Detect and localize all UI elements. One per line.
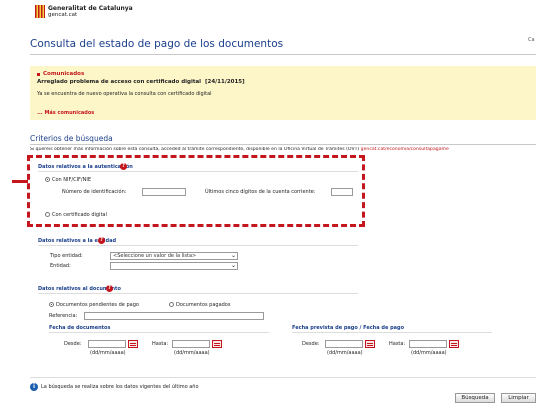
more-news-link[interactable]: ... Más comunicados (37, 110, 94, 116)
calendar-icon[interactable] (128, 340, 138, 348)
account-digits-input[interactable] (331, 188, 353, 196)
news-bullet (37, 73, 40, 76)
doc-dates-divider (49, 332, 269, 333)
doc-option-paid-radio[interactable] (169, 302, 174, 307)
criteria-intro-text: Si queréis obtener más información sobre… (30, 147, 360, 152)
auth-divider (38, 171, 358, 172)
auth-option-cert-label[interactable]: Con certificado digital (52, 212, 107, 218)
document-divider (38, 293, 358, 294)
id-number-label: Número de identificación: (62, 189, 127, 195)
criteria-divider (30, 144, 536, 145)
corner-text[interactable]: Ca (528, 37, 535, 43)
doc-from-input[interactable] (88, 340, 126, 348)
news-item-title-text: Arreglado problema de acceso con certifi… (37, 79, 202, 85)
pay-dates-divider (292, 332, 492, 333)
news-box: Comunicados Arreglado problema de acceso… (30, 66, 536, 120)
pay-from-format: (dd/mm/aaaa) (327, 350, 363, 356)
auth-title: Datos relativos a la autenticación (38, 164, 133, 170)
search-button[interactable]: Búsqueda (455, 393, 495, 403)
title-divider (30, 54, 536, 55)
news-item-title[interactable]: Arreglado problema de acceso con certifi… (37, 79, 245, 86)
doc-option-pending-label[interactable]: Documentos pendientes de pago (56, 302, 139, 308)
doc-from-label: Desde: (64, 341, 82, 347)
doc-option-pending-radio[interactable] (49, 302, 54, 307)
chevron-down-icon: ⌄ (230, 262, 236, 269)
reference-input[interactable] (84, 312, 264, 320)
auth-option-cert-radio[interactable] (45, 212, 50, 217)
doc-to-label: Hasta: (152, 341, 169, 347)
entity-type-value: <Seleccione un valor de la lista> (113, 253, 197, 259)
news-item-date: [24/11/2015] (204, 79, 245, 85)
auth-option-nif-label[interactable]: Con NIF/CIF/NIE (52, 177, 91, 183)
document-help-icon[interactable]: ? (106, 285, 113, 292)
doc-to-input[interactable] (172, 340, 210, 348)
entity-label: Entidad: (50, 263, 71, 269)
criteria-intro: Si queréis obtener más información sobre… (30, 147, 536, 153)
clear-button[interactable]: Limpiar (501, 393, 536, 403)
info-icon: i (30, 383, 38, 391)
calendar-icon[interactable] (365, 340, 375, 348)
calendar-icon[interactable] (449, 340, 459, 348)
page-title: Consulta del estado de pago de los docum… (30, 38, 284, 50)
criteria-title: Criterios de búsqueda (30, 134, 113, 143)
entity-type-select[interactable]: <Seleccione un valor de la lista> ⌄ (110, 252, 238, 260)
pay-from-input[interactable] (325, 340, 363, 348)
pay-dates-title: Fecha prevista de pago / Fecha de pago (292, 325, 405, 331)
doc-dates-title: Fecha de documentos (49, 325, 111, 331)
entity-help-icon[interactable]: ? (98, 237, 105, 244)
gencat-logo[interactable] (35, 5, 45, 18)
entity-type-label: Tipo entidad: (50, 253, 83, 259)
footer-divider (30, 377, 536, 378)
entity-select[interactable]: ⌄ (110, 262, 238, 270)
org-name: Generalitat de Catalunya (48, 5, 133, 12)
auth-option-nif-radio[interactable] (45, 177, 50, 182)
highlight-pointer (12, 180, 28, 183)
calendar-icon[interactable] (212, 340, 222, 348)
doc-to-format: (dd/mm/aaaa) (174, 350, 210, 356)
chevron-down-icon: ⌄ (230, 252, 236, 259)
doc-option-paid-label[interactable]: Documentos pagados (176, 302, 230, 308)
pay-to-format: (dd/mm/aaaa) (411, 350, 447, 356)
entity-divider (38, 245, 358, 246)
pay-from-label: Desde: (302, 341, 320, 347)
pay-to-label: Hasta: (389, 341, 406, 347)
info-text: La búsqueda se realiza sobre los datos v… (41, 384, 199, 390)
id-number-input[interactable] (142, 188, 186, 196)
news-heading: Comunicados (43, 71, 85, 77)
news-item-body: Ya se encuentra de nuevo operativa la co… (37, 91, 212, 97)
criteria-intro-link[interactable]: gencat.cat/economia/consultapagame (361, 147, 449, 152)
org-site[interactable]: gencat.cat (48, 12, 77, 18)
pay-to-input[interactable] (409, 340, 447, 348)
reference-label: Referencia: (49, 313, 78, 319)
auth-help-icon[interactable]: ? (120, 163, 127, 170)
doc-from-format: (dd/mm/aaaa) (90, 350, 126, 356)
header-bar: Generalitat de Catalunya gencat.cat Ca (0, 0, 536, 43)
account-digits-label: Últimos cinco dígitos de la cuenta corri… (205, 189, 316, 195)
